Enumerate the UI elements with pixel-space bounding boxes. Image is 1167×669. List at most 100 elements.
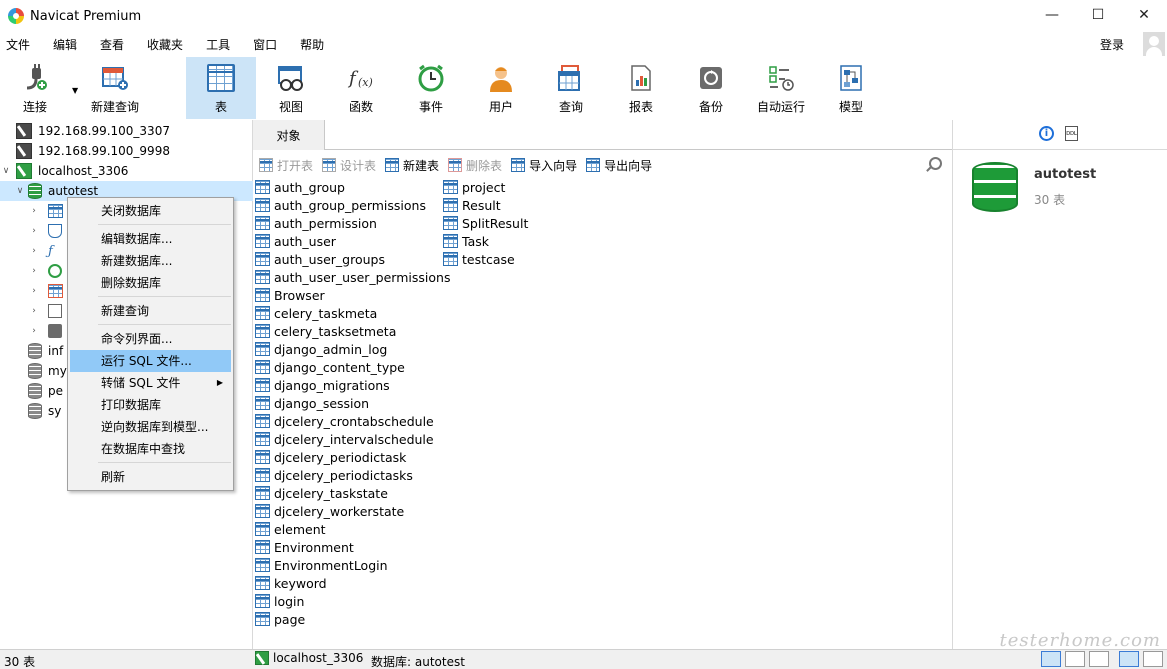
query-button[interactable]: 查询 xyxy=(536,57,606,119)
menu-print-database[interactable]: 打印数据库 xyxy=(70,394,231,416)
table-button[interactable]: 表 xyxy=(186,57,256,119)
menu-close-database[interactable]: 关闭数据库 xyxy=(70,200,231,222)
detail-view-icon[interactable] xyxy=(1065,651,1085,667)
maximize-button[interactable]: ☐ xyxy=(1075,0,1121,30)
new-query-button[interactable]: 新建查询 xyxy=(70,57,160,119)
table-list-item[interactable]: Environment xyxy=(255,538,354,556)
table-list-item[interactable]: djcelery_taskstate xyxy=(255,484,388,502)
table-list-item[interactable]: djcelery_crontabschedule xyxy=(255,412,434,430)
chevron-right-icon[interactable]: › xyxy=(28,246,40,256)
backup-button[interactable]: 备份 xyxy=(676,57,746,119)
ddl-icon[interactable]: DDL xyxy=(1065,126,1078,141)
import-wizard-button[interactable]: 导入向导 xyxy=(511,157,577,174)
chevron-right-icon[interactable]: › xyxy=(28,286,40,296)
submenu-arrow-icon: ▶ xyxy=(216,378,223,387)
table-list-item[interactable]: keyword xyxy=(255,574,327,592)
design-table-button[interactable]: 设计表 xyxy=(322,157,376,174)
table-list-item[interactable]: django_admin_log xyxy=(255,340,387,358)
menu-favorites[interactable]: 收藏夹 xyxy=(141,36,189,53)
menu-console[interactable]: 命令列界面... xyxy=(70,328,231,350)
menu-window[interactable]: 窗口 xyxy=(247,36,283,53)
menu-delete-database[interactable]: 删除数据库 xyxy=(70,272,231,294)
table-list-item[interactable]: auth_user xyxy=(255,232,336,250)
table-list-item[interactable]: django_migrations xyxy=(255,376,390,394)
menu-edit-database[interactable]: 编辑数据库... xyxy=(70,228,231,250)
new-table-button[interactable]: 新建表 xyxy=(385,157,439,174)
tree-connection-3[interactable]: ∨ localhost_3306 xyxy=(0,161,253,181)
close-button[interactable]: ✕ xyxy=(1121,0,1167,30)
table-list-item[interactable]: testcase xyxy=(443,250,515,268)
event-button[interactable]: 事件 xyxy=(396,57,466,119)
table-list-item[interactable]: SplitResult xyxy=(443,214,528,232)
table-list-item[interactable]: djcelery_workerstate xyxy=(255,502,404,520)
table-list-item[interactable]: celery_taskmeta xyxy=(255,304,377,322)
grid-view-icon[interactable] xyxy=(1089,651,1109,667)
table-list-item[interactable]: EnvironmentLogin xyxy=(255,556,388,574)
chevron-right-icon[interactable]: › xyxy=(28,326,40,336)
table-list-item[interactable]: login xyxy=(255,592,304,610)
menu-refresh[interactable]: 刷新 xyxy=(70,466,231,488)
table-list-item[interactable]: Result xyxy=(443,196,501,214)
table-list-item[interactable]: auth_group_permissions xyxy=(255,196,426,214)
table-icon xyxy=(255,180,270,194)
automation-button[interactable]: 自动运行 xyxy=(746,57,816,119)
login-link[interactable]: 登录 xyxy=(1100,36,1124,53)
chevron-right-icon[interactable]: › xyxy=(28,206,40,216)
menu-find-in-database[interactable]: 在数据库中查找 xyxy=(70,438,231,460)
chevron-down-icon[interactable]: ∨ xyxy=(14,186,26,196)
view-button[interactable]: 视图 xyxy=(256,57,326,119)
menu-dump-sql-file[interactable]: 转储 SQL 文件 ▶ xyxy=(70,372,231,394)
report-button[interactable]: 报表 xyxy=(606,57,676,119)
chevron-right-icon[interactable]: › xyxy=(28,226,40,236)
table-list-item[interactable]: django_session xyxy=(255,394,369,412)
connect-dropdown-icon[interactable]: ▼ xyxy=(72,86,78,95)
menu-help[interactable]: 帮助 xyxy=(294,36,330,53)
delete-table-button[interactable]: 删除表 xyxy=(448,157,502,174)
model-button[interactable]: 模型 xyxy=(816,57,886,119)
menu-new-database[interactable]: 新建数据库... xyxy=(70,250,231,272)
table-list-item[interactable]: Browser xyxy=(255,286,325,304)
table-list-item[interactable]: auth_group xyxy=(255,178,345,196)
tab-objects[interactable]: 对象 xyxy=(253,120,325,150)
open-table-button[interactable]: 打开表 xyxy=(259,157,313,174)
tree-connection-2[interactable]: 192.168.99.100_9998 xyxy=(0,141,253,161)
info-icon[interactable]: i xyxy=(1039,126,1054,141)
menu-tools[interactable]: 工具 xyxy=(200,36,236,53)
menu-reverse-to-model[interactable]: 逆向数据库到模型... xyxy=(70,416,231,438)
chevron-right-icon[interactable]: › xyxy=(28,266,40,276)
menu-new-query[interactable]: 新建查询 xyxy=(70,300,231,322)
table-list-item[interactable]: page xyxy=(255,610,305,628)
table-name: djcelery_periodictask xyxy=(274,449,407,465)
chevron-down-icon[interactable]: ∨ xyxy=(0,166,12,176)
avatar-icon[interactable] xyxy=(1143,32,1165,56)
minimize-button[interactable]: — xyxy=(1029,0,1075,30)
table-list-item[interactable]: djcelery_periodictask xyxy=(255,448,406,466)
new-table-label: 新建表 xyxy=(403,158,440,173)
chevron-right-icon[interactable]: › xyxy=(28,306,40,316)
table-list-item[interactable]: auth_user_groups xyxy=(255,250,385,268)
table-list-item[interactable]: celery_tasksetmeta xyxy=(255,322,396,340)
table-icon xyxy=(443,252,458,266)
connect-button[interactable]: 连接 ▼ xyxy=(0,57,78,119)
menu-run-sql-file[interactable]: 运行 SQL 文件... xyxy=(70,350,231,372)
table-list-item[interactable]: auth_permission xyxy=(255,214,377,232)
panel-right-icon[interactable] xyxy=(1143,651,1163,667)
table-list-item[interactable]: auth_user_user_permissions xyxy=(255,268,450,286)
menu-file[interactable]: 文件 xyxy=(0,36,36,53)
table-icon xyxy=(255,270,270,284)
export-wizard-button[interactable]: 导出向导 xyxy=(586,157,652,174)
menu-edit[interactable]: 编辑 xyxy=(47,36,83,53)
function-button[interactable]: f (x) 函数 xyxy=(326,57,396,119)
tree-connection-1[interactable]: 192.168.99.100_3307 xyxy=(0,121,253,141)
table-list-item[interactable]: djcelery_intervalschedule xyxy=(255,430,434,448)
table-list-item[interactable]: djcelery_periodictasks xyxy=(255,466,413,484)
menu-view[interactable]: 查看 xyxy=(94,36,130,53)
search-icon[interactable] xyxy=(929,157,942,170)
list-view-icon[interactable] xyxy=(1041,651,1061,667)
table-list-item[interactable]: Task xyxy=(443,232,489,250)
table-list-item[interactable]: django_content_type xyxy=(255,358,405,376)
table-list-item[interactable]: project xyxy=(443,178,505,196)
user-button[interactable]: 用户 xyxy=(466,57,536,119)
table-list-item[interactable]: element xyxy=(255,520,326,538)
panel-left-icon[interactable] xyxy=(1119,651,1139,667)
